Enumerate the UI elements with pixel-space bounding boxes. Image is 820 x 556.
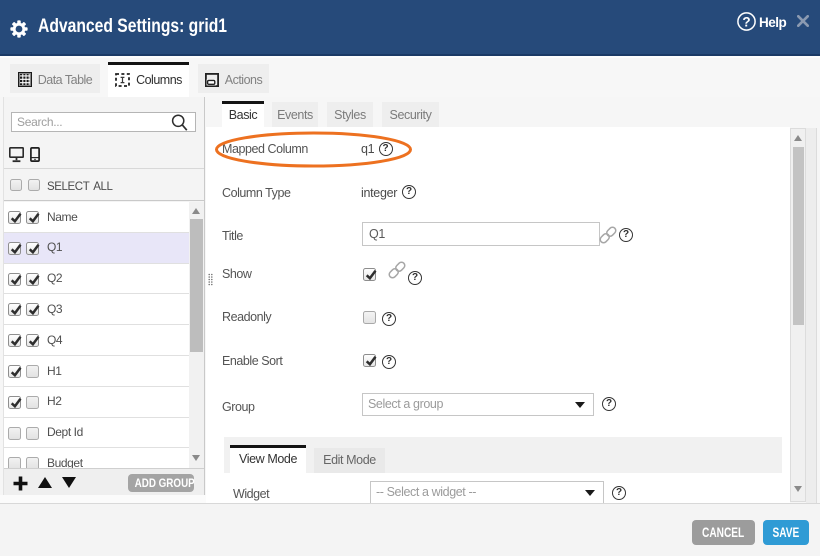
- svg-text:?: ?: [742, 14, 750, 29]
